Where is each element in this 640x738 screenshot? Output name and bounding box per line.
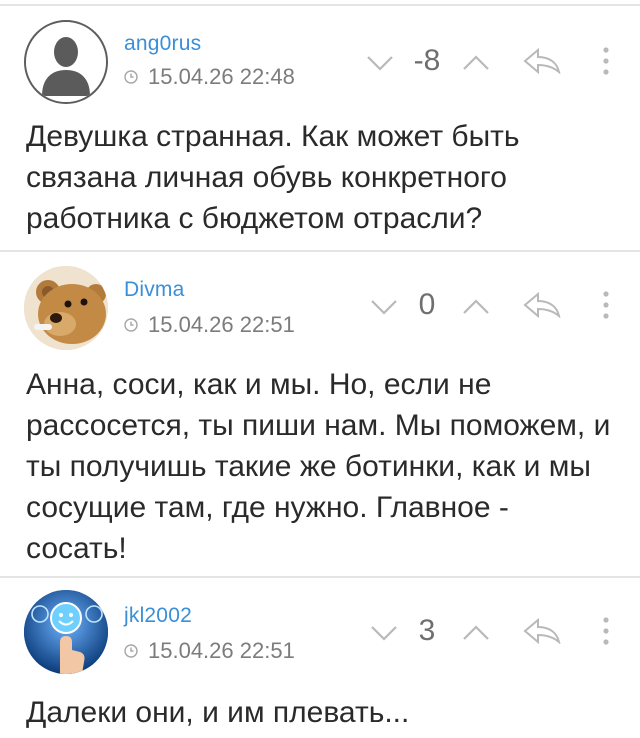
username[interactable]: ang0rus <box>124 32 201 56</box>
timestamp-text: 15.04.26 22:48 <box>148 64 295 89</box>
avatar[interactable] <box>24 590 108 674</box>
avatar[interactable] <box>24 20 108 104</box>
reply-icon[interactable] <box>522 292 562 318</box>
clock-icon <box>124 70 138 84</box>
comment-text: Анна, соси, как и мы. Но, если не рассос… <box>26 368 611 565</box>
chevron-up-icon[interactable] <box>462 624 490 642</box>
clock-icon <box>124 644 138 658</box>
timestamp: 15.04.26 22:51 <box>124 638 295 664</box>
smiley-finger-photo-icon <box>24 590 108 674</box>
username[interactable]: Divma <box>124 278 185 302</box>
timestamp: 15.04.26 22:48 <box>124 64 295 90</box>
chevron-up-icon[interactable] <box>462 298 490 316</box>
more-options-icon[interactable] <box>600 290 612 320</box>
comment-item: Divma 15.04.26 22:51 0 Анна, соси, как и… <box>0 254 640 578</box>
vote-score: 3 <box>418 614 436 647</box>
comment-text: Девушка странная. Как может быть связана… <box>26 120 520 235</box>
vote-score: 0 <box>418 288 436 321</box>
vote-score: -8 <box>413 44 441 77</box>
default-user-silhouette-icon <box>26 22 106 102</box>
chevron-down-icon[interactable] <box>366 54 394 72</box>
clock-icon <box>124 318 138 332</box>
username[interactable]: jkl2002 <box>124 604 192 628</box>
reply-icon[interactable] <box>522 48 562 74</box>
teddy-bear-photo-icon <box>24 266 108 350</box>
chevron-down-icon[interactable] <box>370 298 398 316</box>
more-options-icon[interactable] <box>600 46 612 76</box>
comment-item: ang0rus 15.04.26 22:48 -8 Девушка странн… <box>0 0 640 254</box>
timestamp: 15.04.26 22:51 <box>124 312 295 338</box>
comment-feed: ang0rus 15.04.26 22:48 -8 Девушка странн… <box>0 0 640 738</box>
more-options-icon[interactable] <box>600 616 612 646</box>
divider <box>0 250 640 252</box>
timestamp-text: 15.04.26 22:51 <box>148 638 295 663</box>
timestamp-text: 15.04.26 22:51 <box>148 312 295 337</box>
comment-text: Далеки они, и им плевать... <box>26 696 410 729</box>
chevron-down-icon[interactable] <box>370 624 398 642</box>
avatar[interactable] <box>24 266 108 350</box>
reply-icon[interactable] <box>522 618 562 644</box>
comment-item: jkl2002 15.04.26 22:51 3 Далеки они, и и… <box>0 578 640 738</box>
chevron-up-icon[interactable] <box>462 54 490 72</box>
